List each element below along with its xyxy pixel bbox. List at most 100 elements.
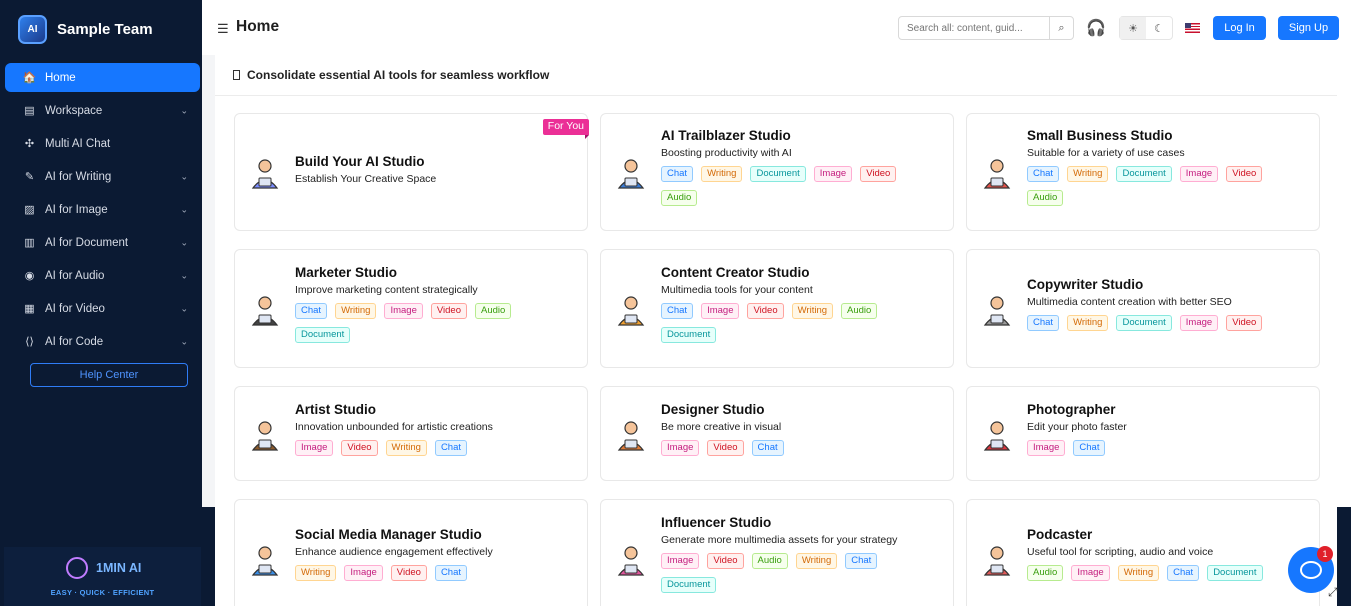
studio-illustration-icon xyxy=(614,543,648,577)
studio-card[interactable]: Build Your AI Studio Establish Your Creat… xyxy=(234,113,590,231)
studio-card[interactable]: Podcaster Useful tool for scripting, audi… xyxy=(966,499,1320,606)
studio-title: Artist Studio xyxy=(295,402,376,417)
for-you-ribbon: For You xyxy=(542,119,590,139)
expand-icon[interactable]: ⤢ xyxy=(1328,585,1338,600)
signup-button[interactable]: Sign Up xyxy=(1278,16,1339,40)
studio-card-body: Social Media Manager Studio Enhance audie… xyxy=(295,527,579,581)
tag-audio: Audio xyxy=(475,303,512,319)
sidebar-item-ai-for-document[interactable]: ▥ AI for Document ⌄ xyxy=(5,226,200,259)
tag-writing: Writing xyxy=(1067,166,1109,182)
tag-writing: Writing xyxy=(1067,315,1109,331)
tag-writing: Writing xyxy=(795,553,838,569)
tag-video: Video xyxy=(747,303,784,319)
sidebar-item-label: Multi AI Chat xyxy=(45,137,111,150)
sun-icon[interactable]: ☀ xyxy=(1120,17,1146,39)
tag-image: Image xyxy=(1179,166,1219,182)
team-name: Sample Team xyxy=(57,21,153,38)
tag-document: Document xyxy=(661,577,717,593)
sidebar-item-ai-for-video[interactable]: ▦ AI for Video ⌄ xyxy=(5,292,200,325)
tag-list: Image Video Audio Writing Chat Document xyxy=(661,553,911,593)
sidebar-nav: 🏠 Home ▤ Workspace ⌄ ✣ Multi AI Chat ✎ AI for Wr… xyxy=(5,63,200,358)
studio-card[interactable]: Social Media Manager Studio Enhance audie… xyxy=(234,499,588,606)
sidebar-item-label: AI for Writing xyxy=(45,170,112,183)
studio-card[interactable]: Content Creator Studio Multimedia tools f… xyxy=(600,249,954,368)
headset-icon[interactable]: 🎧 xyxy=(1086,18,1106,38)
studio-card[interactable]: Designer Studio Be more creative in visua… xyxy=(600,386,954,481)
sidebar-item-home[interactable]: 🏠 Home xyxy=(5,63,200,92)
tag-list: Image Chat xyxy=(1027,440,1277,456)
studio-card[interactable]: Photographer Edit your photo faster Image C… xyxy=(966,386,1320,481)
tag-image: Image xyxy=(1071,565,1110,581)
page-title: Home xyxy=(236,18,280,35)
studio-title: Designer Studio xyxy=(661,402,765,417)
studio-card[interactable]: Small Business Studio Suitable for a vari… xyxy=(966,113,1320,231)
tag-image: Image xyxy=(813,166,853,182)
studio-card-body: Artist Studio Innovation unbounded for ar… xyxy=(295,402,579,456)
brand[interactable]: AI Sample Team xyxy=(18,15,153,44)
tag-audio: Audio xyxy=(1027,565,1064,581)
studio-description: Innovation unbounded for artistic creati… xyxy=(295,421,493,433)
main-content: Consolidate essential AI tools for seaml… xyxy=(215,55,1337,606)
home-icon: 🏠 xyxy=(22,72,37,84)
chevron-down-icon[interactable]: ⌄ xyxy=(180,171,188,182)
promo-banner[interactable]: 1MIN AI EASY · QUICK · EFFICIENT xyxy=(4,547,201,606)
chevron-down-icon[interactable]: ⌄ xyxy=(180,204,188,215)
studio-card-body: Podcaster Useful tool for scripting, audi… xyxy=(1027,527,1311,581)
tag-list: Chat Writing Document Image Video Audio xyxy=(1027,166,1277,206)
tag-audio: Audio xyxy=(841,303,878,319)
tag-list: Chat Image Video Writing Audio Document xyxy=(661,303,911,343)
tag-document: Document xyxy=(1116,315,1172,331)
studio-illustration-icon xyxy=(614,293,648,327)
tag-chat: Chat xyxy=(1027,166,1060,182)
studio-title: AI Trailblazer Studio xyxy=(661,128,791,143)
studio-illustration-icon xyxy=(980,156,1014,190)
studio-description: Improve marketing content strategically xyxy=(295,284,478,296)
tag-chat: Chat xyxy=(1167,565,1200,581)
studio-card[interactable]: AI Trailblazer Studio Boosting productivi… xyxy=(600,113,954,231)
tag-chat: Chat xyxy=(434,565,468,581)
tag-writing: Writing xyxy=(701,166,743,182)
sidebar-item-ai-for-audio[interactable]: ◉ AI for Audio ⌄ xyxy=(5,259,200,292)
tag-video: Video xyxy=(341,440,378,456)
studio-card[interactable]: Marketer Studio Improve marketing content… xyxy=(234,249,588,368)
studio-description: Suitable for a variety of use cases xyxy=(1027,147,1185,159)
search-icon[interactable]: ⌕ xyxy=(1049,17,1073,39)
studio-card-body: Designer Studio Be more creative in visua… xyxy=(661,402,945,456)
menu-collapse-icon[interactable]: ☰ xyxy=(217,21,229,37)
studio-card[interactable]: Artist Studio Innovation unbounded for ar… xyxy=(234,386,588,481)
studio-card[interactable]: Copywriter Studio Multimedia content crea… xyxy=(966,249,1320,368)
search-input[interactable] xyxy=(899,17,1049,39)
sidebar-item-label: AI for Video xyxy=(45,302,105,315)
studio-card-body: Copywriter Studio Multimedia content crea… xyxy=(1027,277,1311,331)
moon-icon[interactable]: ☾ xyxy=(1146,17,1172,39)
chevron-down-icon[interactable]: ⌄ xyxy=(180,105,188,116)
sidebar-item-ai-for-image[interactable]: ▨ AI for Image ⌄ xyxy=(5,193,200,226)
chevron-down-icon[interactable]: ⌄ xyxy=(180,336,188,347)
image-icon: ▨ xyxy=(24,204,35,216)
sidebar-item-ai-for-writing[interactable]: ✎ AI for Writing ⌄ xyxy=(5,160,200,193)
sidebar-item-workspace[interactable]: ▤ Workspace ⌄ xyxy=(5,94,200,127)
sidebar-item-label: Workspace xyxy=(45,104,103,117)
studio-description: Useful tool for scripting, audio and voi… xyxy=(1027,546,1214,558)
chevron-down-icon[interactable]: ⌄ xyxy=(180,303,188,314)
team-logo-icon: AI xyxy=(18,15,47,44)
sidebar-item-label: AI for Image xyxy=(45,203,108,216)
sidebar-item-multi-ai-chat[interactable]: ✣ Multi AI Chat xyxy=(5,127,200,160)
audio-icon: ◉ xyxy=(24,270,35,282)
studio-illustration-icon xyxy=(248,418,282,452)
us-flag-icon[interactable] xyxy=(1185,23,1200,33)
chevron-down-icon[interactable]: ⌄ xyxy=(180,237,188,248)
tag-document: Document xyxy=(661,327,717,343)
help-center-button[interactable]: Help Center xyxy=(30,363,188,387)
sidebar-item-ai-for-code[interactable]: ⟨⟩ AI for Code ⌄ xyxy=(5,325,200,358)
chevron-down-icon[interactable]: ⌄ xyxy=(180,270,188,281)
writing-icon: ✎ xyxy=(24,171,35,183)
multi-chat-icon: ✣ xyxy=(24,138,35,150)
studio-illustration-icon xyxy=(980,418,1014,452)
studio-card[interactable]: Influencer Studio Generate more multimedi… xyxy=(600,499,954,606)
login-button[interactable]: Log In xyxy=(1213,16,1266,40)
sidebar-item-label: Home xyxy=(45,71,76,84)
sidebar-item-label: AI for Document xyxy=(45,236,129,249)
studio-card-body: AI Trailblazer Studio Boosting productivi… xyxy=(661,128,945,206)
tag-image: Image xyxy=(1179,315,1219,331)
